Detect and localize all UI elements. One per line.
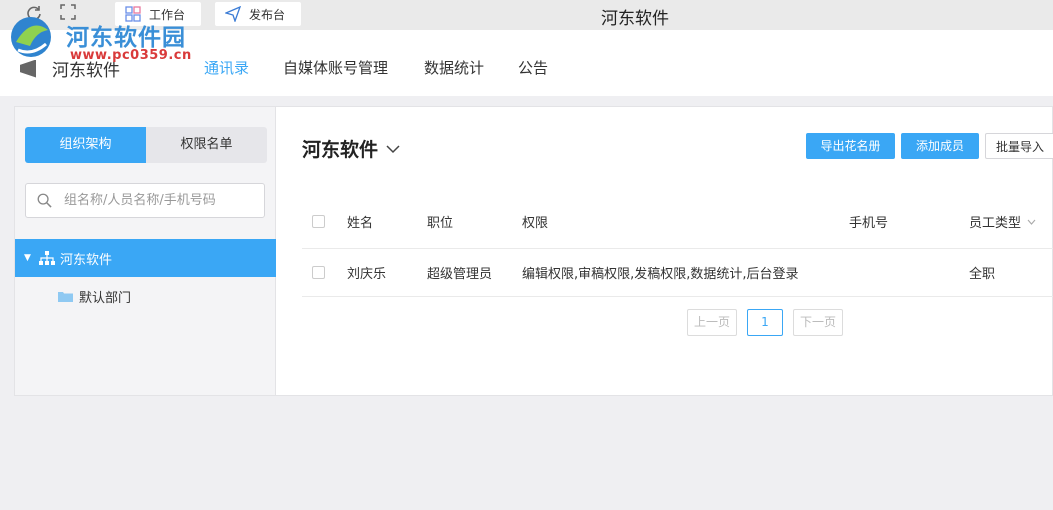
cell-employee-type: 全职 [969, 267, 996, 282]
search-box[interactable] [25, 183, 265, 218]
select-all-checkbox[interactable] [312, 195, 325, 248]
org-chart-icon [39, 251, 55, 265]
tree-root-item[interactable]: ▼ 河东软件 [15, 239, 276, 277]
page-title[interactable]: 河东软件 [302, 135, 400, 162]
column-position: 职位 [427, 216, 454, 231]
tab-permission-list[interactable]: 权限名单 [146, 127, 267, 163]
export-roster-button[interactable]: 导出花名册 [806, 133, 895, 159]
sidebar-tabs: 组织架构 权限名单 [25, 127, 267, 163]
column-employee-type-label: 员工类型 [969, 216, 1022, 231]
add-member-button[interactable]: 添加成员 [901, 133, 979, 159]
chevron-down-icon[interactable] [1027, 219, 1036, 225]
page-title-text: 河东软件 [302, 139, 379, 161]
column-employee-type[interactable]: 员工类型 [969, 195, 1036, 248]
nav-brand: 河东软件 [20, 56, 120, 81]
column-permissions: 权限 [522, 216, 549, 231]
nav-item-announcements[interactable]: 公告 [518, 57, 548, 78]
row-checkbox[interactable] [312, 249, 325, 296]
tree-root-label: 河东软件 [60, 252, 113, 268]
search-icon [37, 193, 52, 208]
app-title: 河东软件 [601, 9, 669, 29]
tree-item-default-dept[interactable]: 默认部门 [58, 287, 131, 306]
nav-item-statistics[interactable]: 数据统计 [424, 57, 484, 78]
prev-page-button[interactable]: 上一页 [687, 309, 737, 336]
nav-item-media-accounts[interactable]: 自媒体账号管理 [283, 57, 388, 78]
table-header: 姓名 职位 权限 手机号 员工类型 [302, 195, 1053, 249]
caret-down-icon[interactable]: ▼ [24, 253, 36, 263]
tab-org-structure[interactable]: 组织架构 [25, 127, 146, 163]
chevron-down-icon[interactable] [386, 144, 400, 154]
column-phone: 手机号 [849, 216, 889, 231]
tree-item-label: 默认部门 [79, 291, 132, 306]
next-page-button[interactable]: 下一页 [793, 309, 843, 336]
search-input[interactable] [64, 184, 259, 217]
sidebar: 组织架构 权限名单 ▼ 河东软件 默认部门 [15, 107, 276, 395]
top-nav: 河东软件 通讯录 自媒体账号管理 数据统计 公告 [0, 30, 1053, 96]
brand-name: 河东软件 [52, 61, 120, 81]
column-name: 姓名 [347, 216, 374, 231]
table-row[interactable]: 刘庆乐 超级管理员 编辑权限,审稿权限,发稿权限,数据统计,后台登录 全职 [302, 249, 1053, 297]
cell-permissions: 编辑权限,审稿权限,发稿权限,数据统计,后台登录 [522, 267, 799, 282]
batch-import-button[interactable]: 批量导入 [985, 133, 1053, 159]
content-panel: 组织架构 权限名单 ▼ 河东软件 默认部门 河东软件 导出花名册 添加成员 批量… [14, 106, 1053, 396]
nav-item-contacts[interactable]: 通讯录 [204, 57, 249, 78]
cell-name: 刘庆乐 [347, 267, 387, 282]
page-number-current[interactable]: 1 [747, 309, 783, 336]
folder-icon [58, 292, 73, 302]
brand-logo-icon [20, 59, 36, 78]
cell-position: 超级管理员 [427, 267, 493, 282]
title-bar: 工作台 发布台 河东软件 [0, 0, 1053, 30]
